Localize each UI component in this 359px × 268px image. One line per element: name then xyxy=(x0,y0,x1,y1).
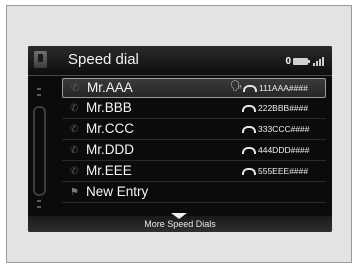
new-entry-label: New Entry xyxy=(86,184,149,199)
entry-number: 111AAA#### xyxy=(259,83,308,93)
list-item[interactable]: ✆ Mr.DDD 444DDD#### xyxy=(62,141,326,161)
entry-name: Mr.EEE xyxy=(86,163,132,178)
list-item[interactable]: ✆ Mr.CCC 333CCC#### xyxy=(62,120,326,140)
title-bar: Speed dial 0 xyxy=(28,46,332,76)
entry-name: Mr.CCC xyxy=(86,121,134,136)
voice-tag-icon: 🗣 xyxy=(230,81,243,92)
list-item[interactable]: ✆ Mr.AAA 🗣 111AAA#### xyxy=(62,78,326,98)
handset-icon: ✆ xyxy=(70,103,79,114)
handset-icon: ✆ xyxy=(70,145,79,156)
phone-icon xyxy=(242,105,256,112)
new-entry-item[interactable]: ⚑ New Entry xyxy=(62,183,326,203)
entry-number: 555EEE#### xyxy=(258,166,309,176)
entry-name: Mr.BBB xyxy=(86,100,132,115)
status-indicators: 0 xyxy=(285,54,324,68)
scroll-indicator xyxy=(32,82,46,212)
entry-number: 222BBB#### xyxy=(258,103,309,113)
handset-icon: ✆ xyxy=(70,166,79,177)
phone-icon xyxy=(243,85,257,92)
more-speed-dials-label: More Speed Dials xyxy=(144,219,216,229)
entry-number: 333CCC#### xyxy=(258,124,310,134)
speed-dial-list: ✆ Mr.AAA 🗣 111AAA#### ✆ Mr.BBB 222BBB###… xyxy=(62,78,326,204)
list-item[interactable]: ✆ Mr.EEE 555EEE#### xyxy=(62,162,326,182)
list-item[interactable]: ✆ Mr.BBB 222BBB#### xyxy=(62,99,326,119)
signal-icon xyxy=(313,56,324,66)
battery-icon xyxy=(293,57,310,65)
navigation-screen: Speed dial 0 ✆ Mr.AAA 🗣 111AAA#### ✆ Mr.… xyxy=(28,46,332,232)
phone-icon xyxy=(242,126,256,133)
more-speed-dials-button[interactable]: More Speed Dials xyxy=(28,213,332,232)
handset-icon: ✆ xyxy=(71,83,80,94)
status-number: 0 xyxy=(285,55,291,67)
entry-name: Mr.DDD xyxy=(86,142,134,157)
page-title: Speed dial xyxy=(68,51,139,68)
phone-icon xyxy=(242,168,256,175)
entry-number: 444DDD#### xyxy=(258,145,310,155)
add-contact-icon: ⚑ xyxy=(70,187,79,198)
handset-icon: ✆ xyxy=(70,124,79,135)
phone-tab-icon[interactable] xyxy=(34,51,47,68)
phone-icon xyxy=(242,147,256,154)
entry-name: Mr.AAA xyxy=(87,80,133,95)
